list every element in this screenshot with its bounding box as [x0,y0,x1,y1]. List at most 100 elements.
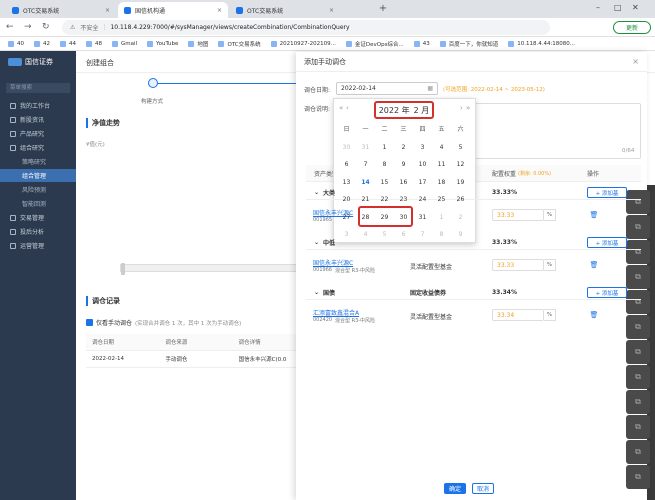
calendar-day[interactable]: 24 [413,193,432,207]
calendar-day[interactable]: 1 [432,210,451,224]
calendar-day[interactable]: 4 [432,140,451,154]
tool-button[interactable]: ⧉ [626,365,650,389]
sidebar-item[interactable]: 交易管理 [0,211,76,224]
calendar-day[interactable]: 11 [432,158,451,172]
weight-input[interactable]: 33.34 [492,309,544,321]
calendar-day[interactable]: 10 [413,158,432,172]
slider-handle[interactable] [121,263,125,275]
calendar-day[interactable]: 26 [451,193,470,207]
add-fund-button[interactable]: + 添加基 [587,287,627,298]
minimize-icon[interactable]: – [596,3,600,12]
bookmark-item[interactable]: 10.118.4.44:18080... [508,40,575,47]
chevron-down-icon[interactable]: ⌄ [314,239,319,246]
checkbox-checked-icon[interactable] [86,319,93,326]
trash-icon[interactable]: 🗑 [588,309,600,321]
calendar-day[interactable]: 6 [337,158,356,172]
window-close-icon[interactable]: ✕ [632,3,639,12]
calendar-day[interactable]: 31 [413,210,432,224]
trash-icon[interactable]: 🗑 [588,209,600,221]
bookmark-item[interactable]: 百度一下，你就知道 [439,40,498,48]
manual-only-filter[interactable]: 仅看手动调仓 (实现合并调仓 1 次，其中 1 次为手动调仓) [86,318,241,327]
address-bar[interactable]: ⚠ 不安全 | 10.118.4.229:7000/#/sysManager/v… [62,20,550,35]
bookmark-item[interactable]: 金证DevOps综合... [345,40,404,48]
close-icon[interactable]: × [217,7,222,14]
bookmark-item[interactable]: 44 [60,40,76,47]
calendar-day[interactable]: 29 [375,210,394,224]
date-range-slider[interactable] [120,263,300,275]
next-year-icon[interactable]: » [466,104,470,112]
close-icon[interactable]: × [329,7,334,14]
confirm-button[interactable]: 确定 [444,483,466,494]
new-tab-icon[interactable]: + [376,3,390,17]
browser-tab[interactable]: OTC交易系统 × [230,2,340,18]
calendar-day[interactable]: 2 [394,140,413,154]
bookmark-item[interactable]: 地图 [188,40,208,48]
calendar-day[interactable]: 1 [375,140,394,154]
calendar-day[interactable]: 19 [451,175,470,189]
forward-icon[interactable]: → [24,22,32,32]
calendar-day[interactable]: 8 [432,228,451,242]
bookmark-item[interactable]: 40 [8,40,24,47]
weight-input[interactable]: 33.33 [492,209,544,221]
bookmark-item[interactable]: 48 [86,40,102,47]
sidebar-item[interactable]: 智能回测 [0,197,76,210]
calendar-day[interactable]: 5 [451,140,470,154]
bookmark-item[interactable]: 43 [413,40,430,47]
calendar-day[interactable]: 14 [356,175,375,189]
sidebar-item[interactable]: 组合研究 [0,141,76,154]
chevron-down-icon[interactable]: ⌄ [314,189,319,196]
fund-name-link[interactable]: 国信永丰兴源C [313,258,353,267]
date-input[interactable]: 2022-02-14 ▦ [336,82,438,95]
calendar-day[interactable]: 25 [432,193,451,207]
picker-month[interactable]: 2 月 [414,105,430,116]
add-fund-button[interactable]: + 添加基 [587,187,627,198]
reload-icon[interactable]: ↻ [42,22,50,32]
calendar-day[interactable]: 17 [413,175,432,189]
tool-button[interactable]: ⧉ [626,465,650,489]
calendar-day[interactable]: 7 [413,228,432,242]
fund-name-link[interactable]: 汇添富致鑫混合A [313,308,359,317]
calendar-day[interactable]: 21 [356,193,375,207]
bookmark-item[interactable]: YouTube [147,40,178,47]
bookmark-item[interactable]: 20210927-202109... [270,40,336,47]
sidebar-item[interactable]: 新股资讯 [0,113,76,126]
close-icon[interactable]: × [632,57,639,66]
sidebar-item[interactable]: 我的工作台 [0,99,76,112]
browser-tab-active[interactable]: 国信机构通 × [118,2,228,18]
bookmark-item[interactable]: 42 [34,40,50,47]
back-icon[interactable]: ← [6,22,14,32]
calendar-day[interactable]: 4 [356,228,375,242]
calendar-day[interactable]: 8 [375,158,394,172]
add-fund-button[interactable]: + 添加基 [587,237,627,248]
calendar-day[interactable]: 28 [356,210,375,224]
calendar-day[interactable]: 5 [375,228,394,242]
calendar-day[interactable]: 30 [394,210,413,224]
browser-tab[interactable]: OTC交易系统 × [6,2,116,18]
sidebar-item[interactable]: 组合管理 [0,169,76,182]
weight-input[interactable]: 33.33 [492,259,544,271]
bookmark-item[interactable]: Gmail [112,40,137,47]
calendar-day[interactable]: 16 [394,175,413,189]
tool-button[interactable]: ⧉ [626,415,650,439]
sidebar-item[interactable]: 策略研究 [0,155,76,168]
maximize-icon[interactable]: □ [614,3,622,12]
sidebar-item[interactable]: 运营管理 [0,239,76,252]
sidebar-item[interactable]: 产品研究 [0,127,76,140]
close-icon[interactable]: × [105,7,110,14]
prev-year-icon[interactable]: « [339,104,343,112]
calendar-day[interactable]: 23 [394,193,413,207]
calendar-day[interactable]: 18 [432,175,451,189]
calendar-day[interactable]: 22 [375,193,394,207]
calendar-day[interactable]: 30 [337,140,356,154]
prev-month-icon[interactable]: ‹ [346,104,349,112]
sidebar-item[interactable]: 风险预测 [0,183,76,196]
calendar-day[interactable]: 9 [451,228,470,242]
menu-search-input[interactable]: 菜单搜索 [6,83,70,93]
calendar-icon[interactable]: ▦ [427,85,433,92]
calendar-day[interactable]: 13 [337,175,356,189]
next-month-icon[interactable]: › [460,104,463,112]
picker-year[interactable]: 2022 年 [379,105,410,116]
update-button[interactable]: 更新 [613,21,651,34]
calendar-day[interactable]: 12 [451,158,470,172]
calendar-day[interactable]: 2 [451,210,470,224]
